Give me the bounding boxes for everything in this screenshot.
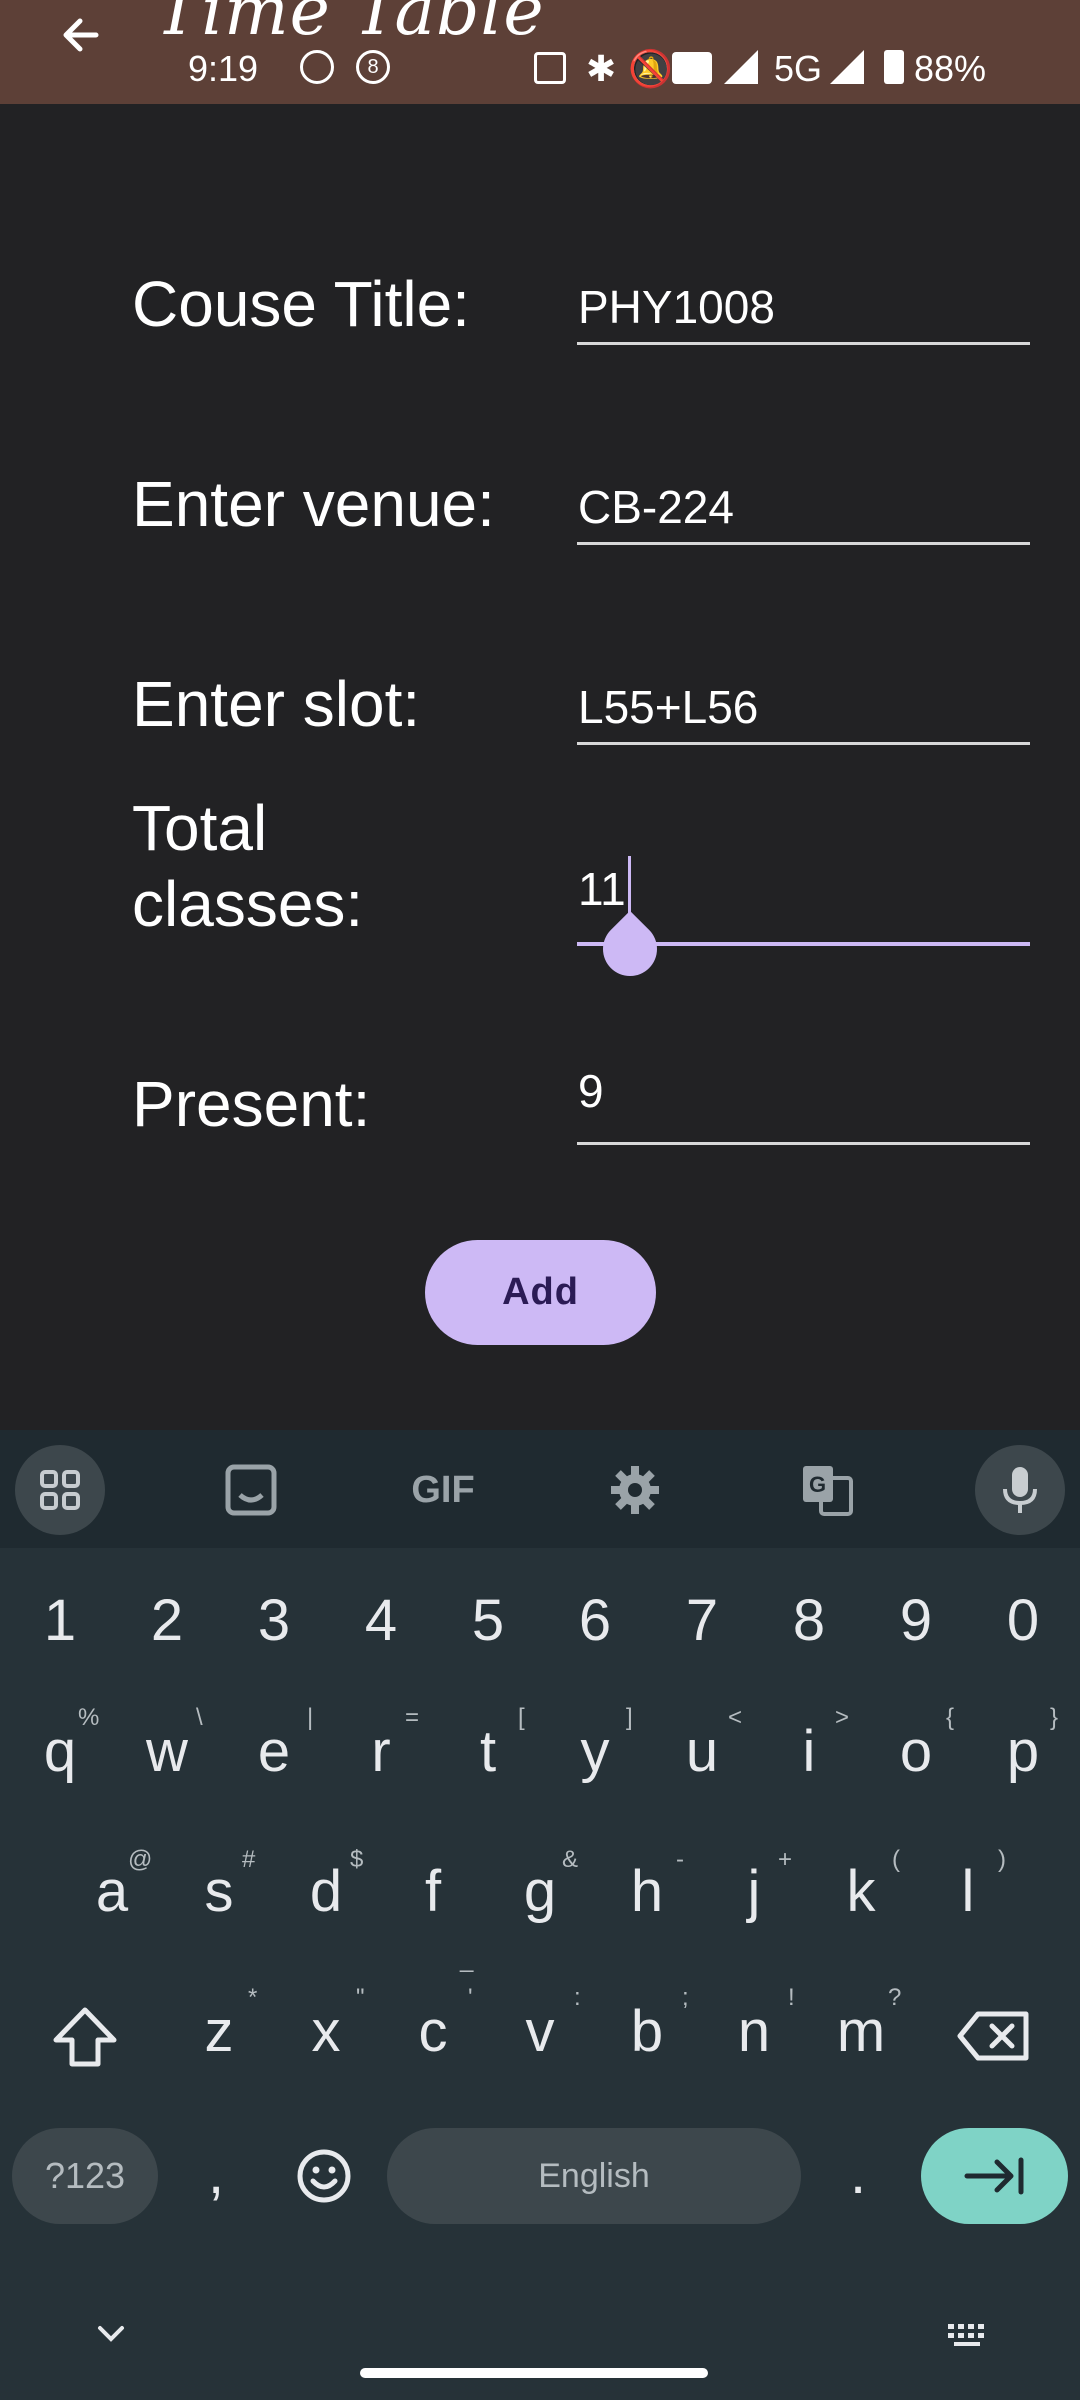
course-title-label: Couse Title: [132,268,470,340]
space-key[interactable]: English [387,2128,801,2224]
key-1[interactable]: 1 [6,1587,114,1654]
key-w[interactable]: w [113,1718,221,1785]
key-s[interactable]: s [165,1858,273,1925]
mic-icon[interactable] [975,1445,1065,1535]
arrow-back-icon[interactable] [56,10,106,60]
key-f[interactable]: f [379,1858,487,1925]
venue-underline [577,542,1030,545]
hint-rparen: ) [998,1846,1006,1873]
keyboard-toolbar [0,1430,1080,1548]
venue-label: Enter venue: [132,468,495,540]
hint-percent: % [78,1704,100,1731]
symbols-key[interactable]: ?123 [12,2128,158,2224]
key-comma[interactable]: , [166,2140,266,2207]
total-classes-label-line2: classes: [132,868,364,940]
hint-gt: > [835,1704,850,1731]
tab-arrow-icon [964,2157,1023,2195]
volte-icon [672,52,712,84]
key-y[interactable]: y [541,1718,649,1785]
slot-label: Enter slot: [132,668,421,740]
hint-lbracket: [ [518,1704,525,1731]
hint-ampersand: & [562,1846,579,1873]
key-period[interactable]: . [808,2140,908,2207]
slot-input[interactable]: L55+L56 [578,680,758,734]
translate-icon[interactable]: G [782,1445,872,1535]
total-classes-label-line1: Total [132,792,268,864]
shift-icon[interactable] [50,2004,120,2070]
mute-icon: 🔕 [628,48,673,89]
signal-2-icon [830,50,864,84]
nfc-icon [534,52,566,84]
slot-underline [577,742,1030,745]
key-h[interactable]: h [593,1858,701,1925]
emoji-icon[interactable] [296,2148,352,2204]
app-title: Time Table [155,0,545,51]
hint-pipe: | [307,1704,314,1731]
keyboard-switch-icon[interactable] [946,2322,990,2348]
key-t[interactable]: t [434,1718,542,1785]
hint-lparen: ( [892,1846,900,1873]
battery-level: 88% [914,48,987,89]
hint-underscore: _ [460,1946,474,1973]
cursor-handle[interactable] [591,910,669,988]
bluetooth-icon: ✱ [586,48,617,89]
present-underline [577,1142,1030,1145]
sticker-icon[interactable] [206,1445,296,1535]
text-cursor [628,856,631,916]
signal-icon [724,50,758,84]
hint-lt: < [728,1704,743,1731]
hide-keyboard-icon[interactable] [94,2320,128,2346]
hint-hash: # [242,1846,256,1873]
course-title-underline [577,342,1030,345]
hint-dquote: " [356,1984,365,2011]
venue-input[interactable]: CB-224 [578,480,734,534]
hint-dollar: $ [350,1846,364,1873]
notification-8-icon: 8 [356,50,390,84]
key-5[interactable]: 5 [434,1587,542,1654]
key-0[interactable]: 0 [969,1587,1077,1654]
battery-icon [884,50,904,84]
svg-text:G: G [809,1472,826,1497]
hint-question: ? [888,1984,902,2011]
network-type: 5G [774,48,823,89]
hint-rbracket: ] [626,1704,633,1731]
notification-icon [300,50,334,84]
apps-grid-icon[interactable] [15,1445,105,1535]
hint-at: @ [128,1846,153,1873]
tab-next-key[interactable] [921,2128,1068,2224]
gesture-nav-handle[interactable] [360,2368,708,2378]
gif-icon[interactable]: GIF [398,1445,488,1535]
key-p[interactable]: p [969,1718,1077,1785]
hint-lbrace: { [946,1704,955,1731]
backspace-icon[interactable] [956,2008,1032,2064]
key-3[interactable]: 3 [220,1587,328,1654]
key-4[interactable]: 4 [327,1587,435,1654]
key-9[interactable]: 9 [862,1587,970,1654]
hint-backslash: \ [196,1704,203,1731]
hint-exclaim: ! [788,1984,795,2011]
status-time: 9:19 [188,48,259,89]
hint-semicolon: ; [682,1984,689,2011]
present-label: Present: [132,1068,371,1140]
hint-minus: - [676,1846,684,1873]
key-2[interactable]: 2 [113,1587,221,1654]
add-button[interactable]: Add [425,1240,656,1345]
key-6[interactable]: 6 [541,1587,649,1654]
hint-rbrace: } [1050,1704,1059,1731]
hint-asterisk: * [248,1984,258,2011]
key-7[interactable]: 7 [648,1587,756,1654]
key-d[interactable]: d [272,1858,380,1925]
hint-colon: : [574,1984,581,2011]
course-title-input[interactable]: PHY1008 [578,280,775,334]
hint-plus: + [778,1846,793,1873]
key-8[interactable]: 8 [755,1587,863,1654]
hint-squote: ' [468,1984,473,2011]
present-input[interactable]: 9 [578,1064,604,1118]
total-classes-input[interactable]: 11 [578,862,626,916]
gear-icon[interactable] [590,1445,680,1535]
hint-equals: = [405,1704,420,1731]
